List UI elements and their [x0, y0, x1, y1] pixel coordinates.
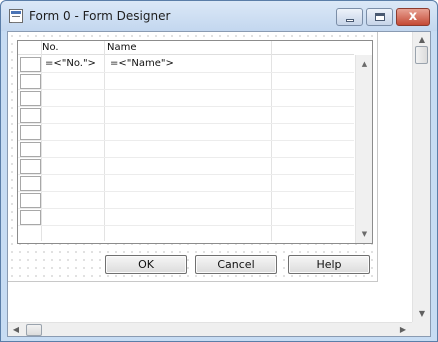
- minimize-button[interactable]: [336, 8, 363, 26]
- maximize-icon: [375, 13, 385, 21]
- cell-no-expression[interactable]: =<"No.">: [45, 58, 96, 69]
- table-row[interactable]: [18, 124, 354, 141]
- cancel-button[interactable]: Cancel: [195, 255, 277, 274]
- close-icon: x: [408, 9, 418, 24]
- column-header-name[interactable]: Name: [107, 42, 137, 53]
- table-row[interactable]: [18, 175, 354, 192]
- table-row[interactable]: [18, 73, 354, 90]
- scroll-down-icon[interactable]: ▼: [413, 306, 431, 322]
- table-row[interactable]: [18, 141, 354, 158]
- column-header-no[interactable]: No.: [42, 42, 59, 53]
- row-selector[interactable]: [20, 210, 41, 225]
- table-row[interactable]: [18, 209, 354, 226]
- horizontal-scrollbar[interactable]: ◀ ▶: [8, 322, 412, 336]
- row-selector[interactable]: [20, 91, 41, 106]
- table-scroll-down-icon[interactable]: ▼: [356, 227, 373, 241]
- cell-name-expression[interactable]: =<"Name">: [110, 58, 174, 69]
- vertical-scroll-thumb[interactable]: [415, 46, 428, 64]
- form-designer-window: Form 0 - Form Designer x No. Name =<"No.…: [0, 0, 438, 342]
- scroll-left-icon[interactable]: ◀: [9, 323, 23, 337]
- table-header: No. Name: [18, 41, 354, 55]
- form-design-surface[interactable]: No. Name =<"No."> =<"Name"> ▲ ▼ OK Cancel…: [8, 32, 378, 282]
- table-row[interactable]: [18, 192, 354, 209]
- table-row[interactable]: [18, 90, 354, 107]
- table-row[interactable]: [18, 107, 354, 124]
- vertical-scrollbar[interactable]: ▲ ▼: [412, 32, 430, 322]
- row-selector[interactable]: [20, 176, 41, 191]
- table-row[interactable]: =<"No."> =<"Name">: [18, 56, 354, 73]
- row-selector[interactable]: [20, 142, 41, 157]
- maximize-button[interactable]: [366, 8, 393, 26]
- row-selector[interactable]: [20, 159, 41, 174]
- window-title: Form 0 - Form Designer: [29, 9, 171, 23]
- form-designer-app-icon[interactable]: [9, 9, 23, 23]
- title-bar[interactable]: Form 0 - Form Designer x: [1, 1, 437, 31]
- table-vertical-scrollbar[interactable]: ▲ ▼: [355, 55, 372, 243]
- help-button[interactable]: Help: [288, 255, 370, 274]
- row-selector[interactable]: [20, 74, 41, 89]
- scrollbar-corner: [412, 322, 430, 336]
- scroll-right-icon[interactable]: ▶: [396, 323, 410, 337]
- horizontal-scroll-thumb[interactable]: [26, 324, 42, 336]
- table-scroll-up-icon[interactable]: ▲: [356, 57, 373, 71]
- table-box-control[interactable]: No. Name =<"No."> =<"Name"> ▲ ▼: [17, 40, 373, 244]
- row-selector[interactable]: [20, 193, 41, 208]
- row-selector[interactable]: [20, 125, 41, 140]
- ok-button[interactable]: OK: [105, 255, 187, 274]
- table-row[interactable]: [18, 158, 354, 175]
- close-button[interactable]: x: [396, 8, 430, 26]
- row-selector[interactable]: [20, 108, 41, 123]
- designer-client-area: No. Name =<"No."> =<"Name"> ▲ ▼ OK Cancel…: [7, 31, 431, 337]
- row-selector[interactable]: [20, 57, 41, 72]
- minimize-icon: [346, 19, 354, 22]
